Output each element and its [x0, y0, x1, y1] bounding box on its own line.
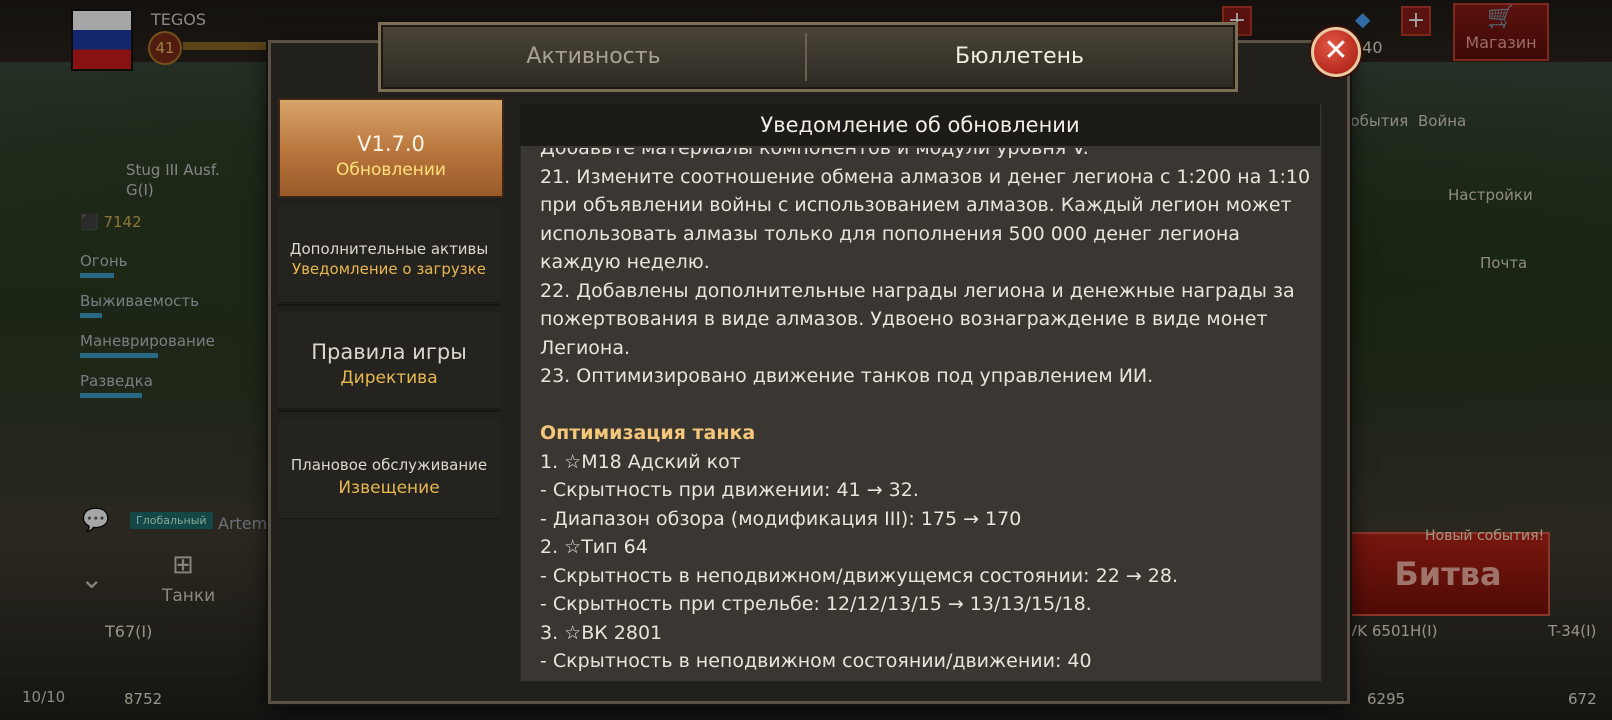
text-line: 1. ☆M18 Адский кот	[540, 450, 741, 473]
menu-divider	[278, 304, 500, 306]
menu-divider	[278, 410, 500, 412]
text-line: 3. ☆ВК 2801	[540, 621, 663, 644]
text-line: 22. Добавлены дополнительные награды лег…	[540, 279, 1295, 302]
text-line-blank	[540, 391, 1310, 420]
tab-activity[interactable]: Активность	[381, 25, 806, 89]
text-line: - Диапазон обзора (модификация III): 175…	[540, 507, 1022, 530]
text-line: 21. Измените соотношение обмена алмазов …	[540, 165, 1310, 188]
menu-item-extra-assets[interactable]: Дополнительные активы Уведомление о загр…	[278, 206, 500, 303]
text-line: каждую неделю.	[540, 251, 710, 273]
modal-tab-bar: Активность Бюллетень	[378, 22, 1238, 92]
menu-item-subtitle: Уведомление о загрузке	[291, 260, 487, 278]
text-line: использовать алмазы только для пополнени…	[540, 222, 1240, 245]
bulletin-header: Уведомление об обновлении	[520, 104, 1320, 146]
text-line: при объявлении войны с использованием ал…	[540, 194, 1292, 216]
text-line: - Скрытность в неподвижном/движущемся со…	[540, 564, 1179, 587]
menu-item-title: Дополнительные активы	[289, 240, 489, 258]
text-line: - Скрытность при стрельбе: 12/12/13/15 →…	[540, 593, 1092, 615]
text-line: Легиона.	[540, 336, 631, 359]
menu-item-title: V1.7.0	[357, 132, 425, 156]
tab-bulletin[interactable]: Бюллетень	[807, 25, 1232, 89]
text-line: пожертвования в виде алмазов. Удвоено во…	[540, 308, 1268, 330]
bulletin-text[interactable]: Добавьте материалы компонентов и модули …	[540, 148, 1310, 676]
close-icon[interactable]: ✕	[1311, 27, 1361, 77]
text-line: 23. Оптимизировано движение танков под у…	[540, 365, 1154, 387]
menu-item-update[interactable]: V1.7.0 Обновлении	[278, 98, 504, 198]
text-line: Добавьте материалы компонентов и модули …	[540, 148, 1089, 159]
menu-item-subtitle: Извещение	[338, 478, 440, 498]
text-line: - Скрытность в неподвижном состоянии/дви…	[540, 650, 1092, 672]
menu-item-title: Правила игры	[311, 340, 467, 364]
section-title: Оптимизация танка	[540, 422, 756, 444]
menu-item-game-rules[interactable]: Правила игры Директива	[278, 312, 500, 409]
menu-item-title: Плановое обслуживание	[290, 456, 488, 474]
menu-item-subtitle: Директива	[340, 368, 438, 388]
menu-item-subtitle: Обновлении	[336, 160, 446, 180]
menu-item-maintenance[interactable]: Плановое обслуживание Извещение	[278, 418, 500, 519]
text-line: 2. ☆Тип 64	[540, 536, 648, 558]
text-line: - Скрытность при движении: 41 → 32.	[540, 479, 919, 501]
